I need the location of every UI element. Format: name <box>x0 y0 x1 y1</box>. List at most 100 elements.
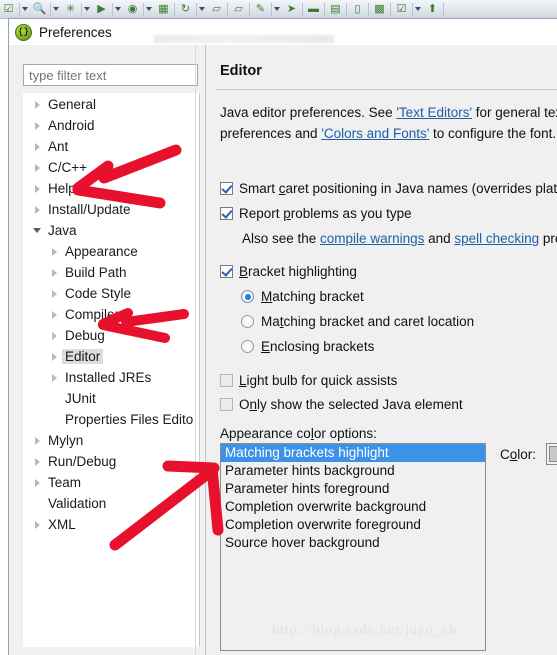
sidebar-item-junit[interactable]: JUnit <box>24 388 199 409</box>
only-show-selected-row[interactable]: Only show the selected Java element <box>220 397 463 412</box>
chevron-down-icon[interactable] <box>30 220 45 241</box>
sidebar-item-appearance[interactable]: Appearance <box>24 241 199 262</box>
caret-down-icon[interactable] <box>146 0 153 18</box>
checklist-icon[interactable]: ☑ <box>394 2 409 17</box>
chevron-right-icon[interactable] <box>30 157 45 178</box>
sidebar-item-xml[interactable]: XML <box>24 514 199 535</box>
chevron-right-icon[interactable] <box>30 199 45 220</box>
preferences-tree[interactable]: General Android Ant C/C++ Help Install/Update… <box>23 93 200 647</box>
chevron-right-icon[interactable] <box>30 514 45 535</box>
list-item[interactable]: Matching brackets highlight <box>221 444 485 462</box>
list-item[interactable]: Source hover background <box>221 534 485 552</box>
caret-down-icon[interactable] <box>22 0 29 18</box>
light-bulb-row[interactable]: Light bulb for quick assists <box>220 373 397 388</box>
search-input[interactable] <box>24 65 210 85</box>
chevron-right-icon[interactable] <box>30 94 45 115</box>
chevron-right-icon[interactable] <box>47 346 62 367</box>
caret-down-icon[interactable] <box>199 0 206 18</box>
matching-bracket-row[interactable]: Matching bracket <box>241 289 364 304</box>
enclosing-brackets-radio[interactable] <box>241 340 254 353</box>
report-problems-row[interactable]: Report problems as you type <box>220 206 412 221</box>
colors-and-fonts-link[interactable]: 'Colors and Fonts' <box>321 126 429 141</box>
sidebar-item-compiler[interactable]: Compiler <box>24 304 199 325</box>
sidebar-item-properties-files-edito[interactable]: Properties Files Edito <box>24 409 199 430</box>
caret-down-icon[interactable] <box>274 0 281 18</box>
list-item[interactable]: Parameter hints foreground <box>221 480 485 498</box>
sidebar-item-general[interactable]: General <box>24 94 199 115</box>
outline-icon[interactable]: ▤ <box>328 2 343 17</box>
preferences-icon: {} <box>15 23 32 41</box>
bracket-highlighting-row[interactable]: Bracket highlighting <box>220 264 357 279</box>
marker-icon[interactable]: ▬ <box>306 2 321 17</box>
sidebar-item-team[interactable]: Team <box>24 472 199 493</box>
smart-caret-checkbox[interactable] <box>220 182 233 195</box>
run-icon[interactable]: ▶ <box>94 2 109 17</box>
sidebar-item-installed-jres[interactable]: Installed JREs <box>24 367 199 388</box>
sidebar-item-help[interactable]: Help <box>24 178 199 199</box>
pane-divider[interactable] <box>205 45 206 655</box>
chevron-right-icon[interactable] <box>47 241 62 262</box>
chevron-right-icon[interactable] <box>30 472 45 493</box>
search-icon[interactable]: 🔍 <box>32 2 47 17</box>
toolbar-separator <box>196 2 197 16</box>
sidebar-item-android[interactable]: Android <box>24 115 199 136</box>
matching-bracket-radio[interactable] <box>241 290 254 303</box>
refresh-icon[interactable]: ↻ <box>178 2 193 17</box>
report-problems-checkbox[interactable] <box>220 207 233 220</box>
appearance-color-options-list[interactable]: Matching brackets highlight Parameter hin… <box>220 443 486 651</box>
caret-down-icon[interactable] <box>84 0 91 18</box>
sidebar-item-debug[interactable]: Debug <box>24 325 199 346</box>
sidebar-item-java[interactable]: Java <box>24 220 199 241</box>
dialog-titlebar: {} Preferences <box>9 19 557 45</box>
light-bulb-checkbox[interactable] <box>220 374 233 387</box>
chevron-right-icon[interactable] <box>47 283 62 304</box>
open-type-icon[interactable]: ▱ <box>231 2 246 17</box>
caret-down-icon[interactable] <box>415 0 422 18</box>
checkmark-icon[interactable]: ☑ <box>1 2 16 17</box>
chevron-right-icon[interactable] <box>47 262 62 283</box>
chevron-right-icon[interactable] <box>47 367 62 388</box>
cursor-icon[interactable]: ➤ <box>284 2 299 17</box>
compare-icon[interactable]: ▯ <box>350 2 365 17</box>
list-item[interactable]: Completion overwrite background <box>221 498 485 516</box>
list-item[interactable]: Parameter hints background <box>221 462 485 480</box>
only-show-selected-checkbox[interactable] <box>220 398 233 411</box>
pencil-icon[interactable]: ✎ <box>253 2 268 17</box>
matching-bracket-caret-row[interactable]: Matching bracket and caret location <box>241 314 474 329</box>
filter-box[interactable] <box>23 64 211 86</box>
sidebar-item-c-c[interactable]: C/C++ <box>24 157 199 178</box>
matching-bracket-caret-radio[interactable] <box>241 315 254 328</box>
spell-checking-link[interactable]: spell checking <box>454 231 539 246</box>
compile-warnings-link[interactable]: compile warnings <box>320 231 424 246</box>
enclosing-brackets-row[interactable]: Enclosing brackets <box>241 339 374 354</box>
list-item[interactable]: Completion overwrite foreground <box>221 516 485 534</box>
caret-down-icon[interactable] <box>115 0 122 18</box>
chevron-right-icon[interactable] <box>30 178 45 199</box>
description-text: preferences and <box>220 126 322 141</box>
debug-bug-icon[interactable]: ✳ <box>63 2 78 17</box>
coverage-icon[interactable]: ◉ <box>125 2 140 17</box>
package-icon[interactable]: ▦ <box>156 2 171 17</box>
sidebar-item-editor[interactable]: Editor <box>24 346 199 367</box>
sidebar-item-build-path[interactable]: Build Path <box>24 262 199 283</box>
table-icon[interactable]: ▩ <box>372 2 387 17</box>
chevron-right-icon[interactable] <box>30 136 45 157</box>
chevron-right-icon[interactable] <box>30 430 45 451</box>
caret-down-icon[interactable] <box>53 0 60 18</box>
chevron-right-icon[interactable] <box>47 325 62 346</box>
chevron-right-icon[interactable] <box>47 304 62 325</box>
sidebar-item-validation[interactable]: Validation <box>24 493 199 514</box>
sidebar-item-code-style[interactable]: Code Style <box>24 283 199 304</box>
sidebar-item-install-update[interactable]: Install/Update <box>24 199 199 220</box>
sidebar-item-mylyn[interactable]: Mylyn <box>24 430 199 451</box>
smart-caret-row[interactable]: Smart caret positioning in Java names (o… <box>220 181 557 196</box>
color-picker-button[interactable] <box>546 443 557 465</box>
sidebar-item-run-debug[interactable]: Run/Debug <box>24 451 199 472</box>
sidebar-item-ant[interactable]: Ant <box>24 136 199 157</box>
open-folder-icon[interactable]: ▱ <box>209 2 224 17</box>
text-editors-link[interactable]: 'Text Editors' <box>396 105 472 120</box>
upload-icon[interactable]: ⬆ <box>425 2 440 17</box>
bracket-highlighting-checkbox[interactable] <box>220 265 233 278</box>
chevron-right-icon[interactable] <box>30 115 45 136</box>
chevron-right-icon[interactable] <box>30 451 45 472</box>
